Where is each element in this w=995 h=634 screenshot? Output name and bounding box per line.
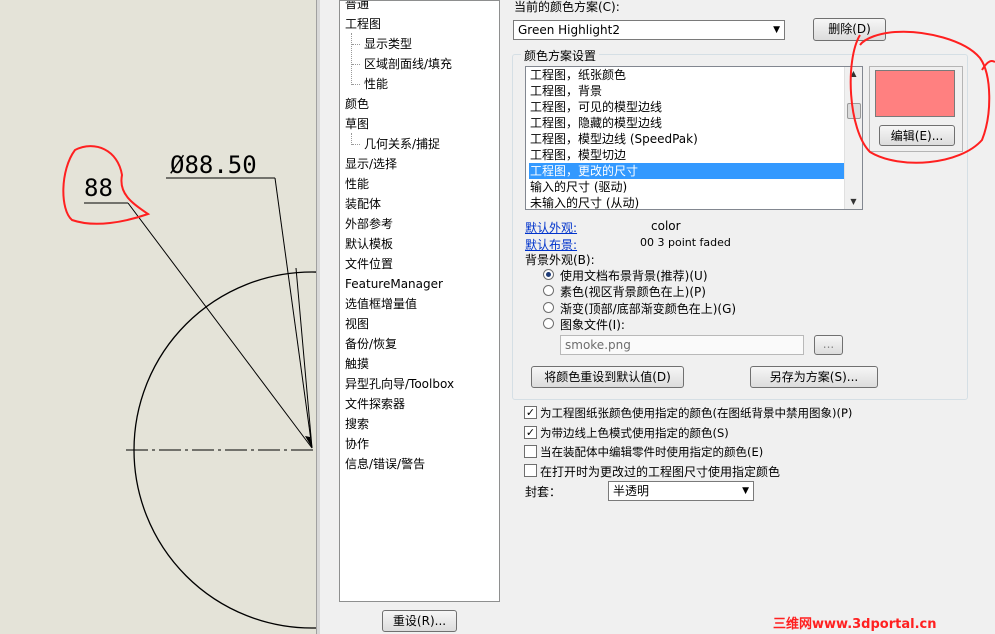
color-scheme-label: 当前的颜色方案(C): <box>514 0 620 14</box>
default-scene-value: 00 3 point faded <box>640 236 731 249</box>
list-item[interactable]: 工程图，模型切边 <box>529 147 845 163</box>
radio-document-scene[interactable] <box>543 269 554 280</box>
list-item[interactable]: 输入的尺寸 (驱动) <box>529 179 845 195</box>
checkbox-drawing-paper-color[interactable]: ✓ <box>524 406 537 419</box>
radio-label: 素色(视区背景颜色在上)(P) <box>560 285 706 299</box>
dimension-text-diameter: Ø88.50 <box>170 151 257 179</box>
tree-item-drawing-performance[interactable]: 性能 <box>364 74 388 94</box>
radio-gradient[interactable] <box>543 302 554 313</box>
tree-item-display-selection[interactable]: 显示/选择 <box>345 154 397 174</box>
radio-image-file[interactable] <box>543 318 554 329</box>
leader-line-88 <box>127 202 313 449</box>
tree-item-file-explorer[interactable]: 文件探索器 <box>345 394 405 414</box>
checkbox-label: 在打开时为更改过的工程图尺寸使用指定颜色 <box>540 465 781 479</box>
tree-item-sketch[interactable]: 草图 <box>345 114 369 134</box>
tree-item-touch[interactable]: 触摸 <box>345 354 369 374</box>
dialog-border <box>316 0 320 634</box>
radio-label: 使用文档布景背景(推荐)(U) <box>560 269 708 283</box>
default-appearance-value: color <box>651 219 681 233</box>
tree-item-spin-box-increments[interactable]: 选值框增量值 <box>345 294 417 314</box>
list-item-selected[interactable]: 工程图，更改的尺寸 <box>529 163 845 179</box>
drawing-viewport[interactable]: 88 Ø88.50 <box>0 0 316 634</box>
tree-item-file-locations[interactable]: 文件位置 <box>345 254 393 274</box>
watermark-text: 三维网www.3dportal.cn <box>773 617 937 632</box>
tree-item-hole-wizard-toolbox[interactable]: 异型孔向导/Toolbox <box>345 374 454 394</box>
reset-button[interactable]: 重设(R)... <box>382 610 457 632</box>
chevron-down-icon: ▼ <box>742 486 749 496</box>
tree-item-messages-errors-warnings[interactable]: 信息/错误/警告 <box>345 454 425 474</box>
tree-item-area-hatch[interactable]: 区域剖面线/填充 <box>364 54 452 74</box>
dimension-text-88: 88 <box>84 174 113 202</box>
tree-connector <box>351 33 352 85</box>
default-appearance-link[interactable]: 默认外观: <box>525 219 577 236</box>
background-appearance-label: 背景外观(B): <box>525 253 595 267</box>
tree-item-collaboration[interactable]: 协作 <box>345 434 369 454</box>
checkbox-label: 为带边线上色模式使用指定的颜色(S) <box>540 426 729 440</box>
checkbox-label: 为工程图纸张颜色使用指定的颜色(在图纸背景中禁用图象)(P) <box>540 406 853 420</box>
color-item-list[interactable]: 工程图，纸张颜色 工程图，背景 工程图，可见的模型边线 工程图，隐藏的模型边线 … <box>525 66 863 210</box>
tree-item-colors[interactable]: 颜色 <box>345 94 369 114</box>
checkbox-shaded-with-edges[interactable]: ✓ <box>524 426 537 439</box>
checkbox-edit-part-in-assembly[interactable] <box>524 445 537 458</box>
save-as-scheme-button[interactable]: 另存为方案(S)... <box>750 366 878 388</box>
tree-item-display-style[interactable]: 显示类型 <box>364 34 412 54</box>
list-item[interactable]: 工程图，隐藏的模型边线 <box>529 115 845 131</box>
tree-item-general[interactable]: 普通 <box>345 1 369 14</box>
envelope-value: 半透明 <box>613 484 650 498</box>
reset-colors-button[interactable]: 将颜色重设到默认值(D) <box>531 366 684 388</box>
red-annotation-circle <box>849 30 995 164</box>
tree-item-drawings[interactable]: 工程图 <box>345 14 381 34</box>
drawing-canvas: 88 Ø88.50 <box>62 145 316 629</box>
chevron-down-icon: ▼ <box>773 25 780 35</box>
leader-line-3 <box>295 267 313 449</box>
tree-item-assemblies[interactable]: 装配体 <box>345 194 381 214</box>
envelope-label: 封套： <box>525 485 562 499</box>
tree-item-backup-recover[interactable]: 备份/恢复 <box>345 334 397 354</box>
checkbox-label: 当在装配体中编辑零件时使用指定的颜色(E) <box>540 445 764 459</box>
options-tree[interactable]: 普通 工程图 显示类型 区域剖面线/填充 性能 颜色 草图 几何关系/捕捉 显示… <box>339 0 500 602</box>
group-title: 颜色方案设置 <box>521 47 600 64</box>
checkbox-changed-dimensions-on-open[interactable] <box>524 464 537 477</box>
list-item[interactable]: 工程图，模型边线 (SpeedPak) <box>529 131 845 147</box>
tree-item-view[interactable]: 视图 <box>345 314 369 334</box>
radio-plain[interactable] <box>543 285 554 296</box>
tree-item-external-references[interactable]: 外部参考 <box>345 214 393 234</box>
leader-line-diameter <box>274 177 313 449</box>
color-scheme-value: Green Highlight2 <box>518 23 620 37</box>
list-item[interactable]: 工程图，背景 <box>529 83 845 99</box>
list-item[interactable]: 未输入的尺寸 (从动) <box>529 195 845 209</box>
scroll-down-icon[interactable]: ▼ <box>845 195 862 209</box>
tree-item-performance[interactable]: 性能 <box>345 174 369 194</box>
color-scheme-select[interactable]: Green Highlight2 ▼ <box>513 20 785 40</box>
tree-item-featuremanager[interactable]: FeatureManager <box>345 274 443 294</box>
radio-label: 渐变(顶部/底部渐变颜色在上)(G) <box>560 302 737 316</box>
envelope-select[interactable]: 半透明 ▼ <box>608 481 754 501</box>
radio-label: 图象文件(I): <box>560 318 625 332</box>
image-file-input[interactable]: smoke.png <box>560 335 804 355</box>
browse-button[interactable]: ... <box>814 335 843 355</box>
tree-item-search[interactable]: 搜索 <box>345 414 369 434</box>
tree-item-default-templates[interactable]: 默认模板 <box>345 234 393 254</box>
list-item[interactable]: 工程图，纸张颜色 <box>529 67 845 83</box>
tree-item-relations-snaps[interactable]: 几何关系/捕捉 <box>364 134 440 154</box>
list-item[interactable]: 工程图，可见的模型边线 <box>529 99 845 115</box>
